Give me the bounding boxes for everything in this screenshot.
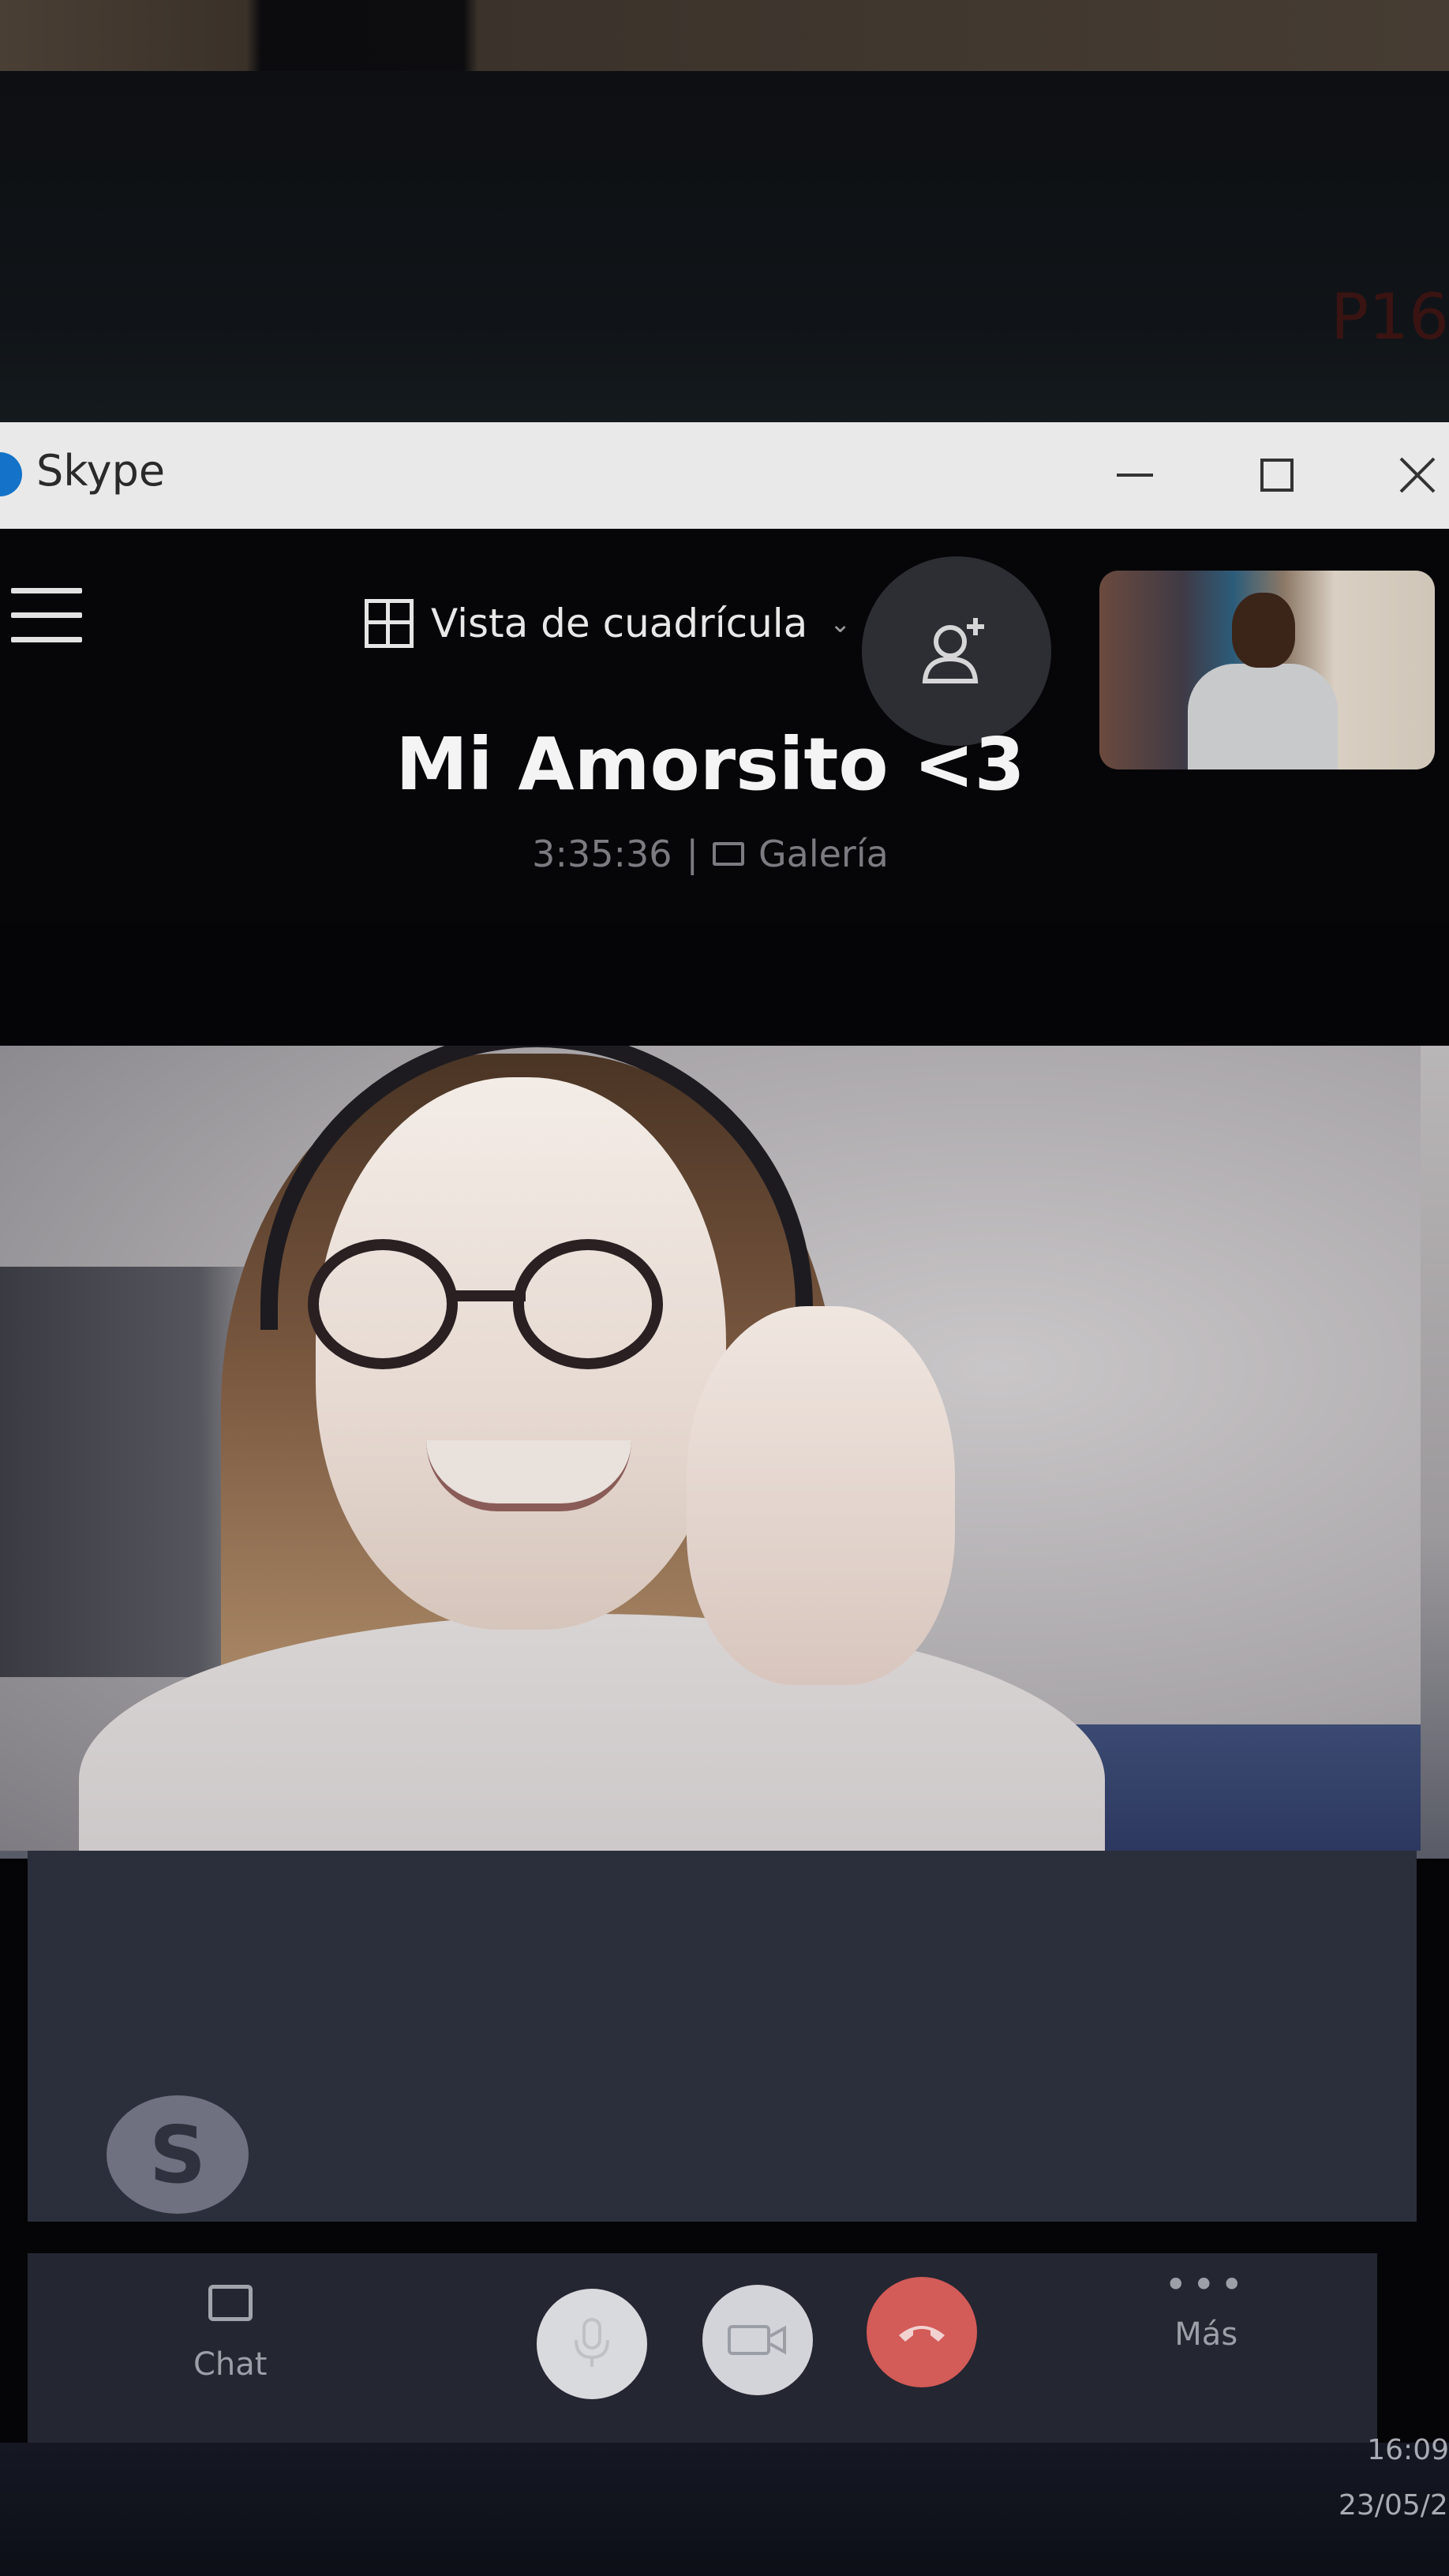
call-header: Vista de cuadrícula ⌄ Mi Amorsito <3 3:3… — [0, 529, 1449, 923]
skype-watermark-icon: S — [107, 2095, 249, 2214]
more-icon: ••• — [1164, 2262, 1249, 2308]
self-preview-head — [1232, 593, 1295, 668]
clock-date: 23/05/20 — [1339, 2489, 1449, 2522]
remote-person-glasses-left — [308, 1239, 458, 1369]
watermark-letter: S — [148, 2108, 207, 2201]
maximize-button[interactable] — [1237, 440, 1316, 511]
clock-time: 16:09 — [1367, 2434, 1449, 2466]
windows-taskbar — [0, 2443, 1449, 2576]
background-corner-text: P16 — [1330, 280, 1449, 354]
remote-person-glasses-bridge — [447, 1290, 526, 1301]
more-options-button[interactable]: ••• Más — [1164, 2262, 1249, 2353]
maximize-icon — [1260, 459, 1294, 492]
title-bar: Skype — [0, 422, 1449, 529]
call-duration: 3:35:36 — [532, 833, 672, 875]
more-label: Más — [1174, 2316, 1238, 2353]
chevron-down-icon: ⌄ — [829, 608, 852, 638]
gallery-icon — [713, 842, 745, 866]
minimize-button[interactable] — [1095, 440, 1174, 511]
video-camera-icon — [728, 2325, 786, 2355]
hamburger-icon-line — [11, 637, 82, 642]
toggle-video-button[interactable] — [702, 2285, 813, 2395]
close-button[interactable] — [1378, 440, 1449, 511]
remote-person-glasses-right — [513, 1239, 663, 1369]
hamburger-icon-line — [11, 612, 82, 618]
microphone-icon — [575, 2318, 609, 2367]
remote-video-feed — [0, 1046, 1449, 1859]
window-title: Skype — [36, 446, 166, 496]
view-switcher-dropdown[interactable]: Vista de cuadrícula ⌄ — [365, 592, 851, 655]
chat-label: Chat — [193, 2346, 268, 2383]
chat-icon — [208, 2285, 253, 2321]
call-control-bar: Chat ••• Más — [28, 2253, 1377, 2443]
add-participant-button[interactable] — [862, 556, 1051, 746]
hamburger-icon — [11, 588, 82, 593]
call-status: 3:35:36 | Galería — [0, 833, 1421, 875]
menu-button[interactable] — [11, 588, 82, 651]
monitor-bezel — [0, 0, 1449, 71]
layout-mode-label: Galería — [758, 833, 889, 875]
close-icon — [1399, 457, 1436, 493]
grid-view-icon — [365, 599, 414, 648]
minimize-icon — [1117, 474, 1153, 477]
remote-person-hand — [687, 1306, 955, 1685]
view-switcher-label: Vista de cuadrícula — [431, 601, 808, 646]
chat-button[interactable]: Chat — [193, 2285, 267, 2383]
skype-logo-icon — [0, 452, 22, 496]
add-person-icon — [922, 618, 984, 683]
monitor-screen-dark-area: P16 — [0, 71, 1449, 426]
taskbar-clock[interactable]: 16:09 23/05/20 — [1339, 2423, 1449, 2533]
end-call-button[interactable] — [867, 2277, 977, 2387]
contact-name: Mi Amorsito <3 — [395, 722, 1025, 807]
status-separator: | — [686, 833, 699, 875]
hang-up-icon — [899, 2326, 945, 2342]
mute-microphone-button[interactable] — [537, 2289, 647, 2399]
